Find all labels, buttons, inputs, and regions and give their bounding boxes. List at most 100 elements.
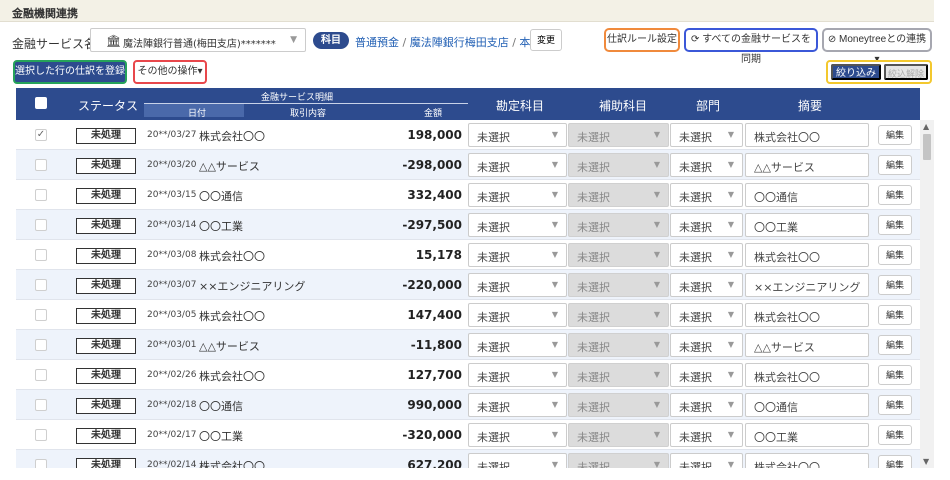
account-select[interactable]: 未選択 ▼ <box>468 183 567 207</box>
table-row[interactable]: 未処理 20**/03/08 株式会社〇〇 15,178 未選択 ▼ 未選択 ▼ 未選択 ▼ 株式会… <box>16 240 920 270</box>
table-row[interactable]: 未処理 20**/03/20 △△サービス -298,000 未選択 ▼ 未選択 ▼ 未選択 ▼ △… <box>16 150 920 180</box>
department-select[interactable]: 未選択 ▼ <box>670 363 743 387</box>
edit-button[interactable]: 編集 <box>878 155 912 175</box>
scroll-down-icon[interactable]: ▼ <box>923 457 929 466</box>
table-row[interactable]: 未処理 20**/02/17 〇〇工業 -320,000 未選択 ▼ 未選択 ▼ 未選択 ▼ 〇〇工… <box>16 420 920 450</box>
row-checkbox[interactable] <box>35 219 47 231</box>
memo-input[interactable]: 〇〇通信 <box>745 183 869 207</box>
select-all-checkbox[interactable] <box>35 97 47 109</box>
row-checkbox[interactable] <box>35 309 47 321</box>
table-row[interactable]: 未処理 20**/02/14 株式会社〇〇 627,200 未選択 ▼ 未選択 ▼ 未選択 ▼ 株式… <box>16 450 920 468</box>
account-select[interactable]: 未選択 ▼ <box>468 273 567 297</box>
memo-input[interactable]: 〇〇通信 <box>745 393 869 417</box>
memo-input[interactable]: 株式会社〇〇 <box>745 303 869 327</box>
account-select[interactable]: 未選択 ▼ <box>468 423 567 447</box>
row-checkbox[interactable] <box>35 339 47 351</box>
edit-button[interactable]: 編集 <box>878 365 912 385</box>
edit-button[interactable]: 編集 <box>878 215 912 235</box>
edit-button[interactable]: 編集 <box>878 335 912 355</box>
scroll-thumb[interactable] <box>923 134 931 160</box>
row-checkbox[interactable] <box>35 429 47 441</box>
account-select[interactable]: 未選択 ▼ <box>468 333 567 357</box>
row-date: 20**/02/18 <box>147 400 197 410</box>
memo-input[interactable]: 〇〇工業 <box>745 423 869 447</box>
chevron-down-icon: ▼ <box>727 130 734 139</box>
edit-button[interactable]: 編集 <box>878 185 912 205</box>
row-checkbox[interactable] <box>35 279 47 291</box>
table-row[interactable]: 未処理 20**/03/15 〇〇通信 332,400 未選択 ▼ 未選択 ▼ 未選択 ▼ 〇〇通信… <box>16 180 920 210</box>
edit-button[interactable]: 編集 <box>878 305 912 325</box>
memo-input[interactable]: 株式会社〇〇 <box>745 123 869 147</box>
edit-button[interactable]: 編集 <box>878 245 912 265</box>
table-row[interactable]: 未処理 20**/03/14 〇〇工業 -297,500 未選択 ▼ 未選択 ▼ 未選択 ▼ 〇〇工… <box>16 210 920 240</box>
department-select[interactable]: 未選択 ▼ <box>670 213 743 237</box>
other-actions-button[interactable]: その他の操作▾ <box>133 60 207 84</box>
account-select[interactable]: 未選択 ▼ <box>468 243 567 267</box>
department-select[interactable]: 未選択 ▼ <box>670 333 743 357</box>
account-select[interactable]: 未選択 ▼ <box>468 213 567 237</box>
table-row[interactable]: 未処理 20**/03/05 株式会社〇〇 147,400 未選択 ▼ 未選択 ▼ 未選択 ▼ 株式… <box>16 300 920 330</box>
clear-filter-button[interactable]: 絞込解除 <box>884 64 928 80</box>
row-description: 株式会社〇〇 <box>199 130 265 143</box>
service-row: 金融サービス名 🏛 魔法陣銀行普通(梅田支店)******* ▼ 科目 普通預金… <box>0 28 950 65</box>
department-select[interactable]: 未選択 ▼ <box>670 423 743 447</box>
memo-input[interactable]: 株式会社〇〇 <box>745 243 869 267</box>
department-select[interactable]: 未選択 ▼ <box>670 153 743 177</box>
account-select[interactable]: 未選択 ▼ <box>468 363 567 387</box>
moneytree-button[interactable]: ⊘ Moneytreeとの連携 ▾ <box>822 28 932 65</box>
row-checkbox[interactable] <box>35 399 47 411</box>
memo-input[interactable]: 株式会社〇〇 <box>745 453 869 468</box>
edit-button[interactable]: 編集 <box>878 125 912 145</box>
row-checkbox[interactable] <box>35 249 47 261</box>
department-select[interactable]: 未選択 ▼ <box>670 183 743 207</box>
memo-input[interactable]: 〇〇工業 <box>745 213 869 237</box>
rule-setting-button[interactable]: 仕訳ルール設定 <box>604 28 680 52</box>
row-checkbox[interactable] <box>35 459 47 468</box>
table-row[interactable]: 未処理 20**/02/26 株式会社〇〇 127,700 未選択 ▼ 未選択 ▼ 未選択 ▼ 株式… <box>16 360 920 390</box>
account-select[interactable]: 未選択 ▼ <box>468 123 567 147</box>
subaccount-select: 未選択 ▼ <box>568 333 669 357</box>
change-button[interactable]: 変更 <box>530 29 562 51</box>
department-select-value: 未選択 <box>679 401 712 414</box>
memo-input[interactable]: 株式会社〇〇 <box>745 363 869 387</box>
row-checkbox[interactable] <box>35 189 47 201</box>
row-date: 20**/02/17 <box>147 430 197 440</box>
table-header: ステータス 金融サービス明細 日付 取引内容 金額 勘定科目 補助科目 部門 摘… <box>16 88 920 120</box>
table-row[interactable]: 未処理 20**/03/07 ××エンジニアリング -220,000 未選択 ▼ 未選択 ▼ 未… <box>16 270 920 300</box>
subaccount-select-value: 未選択 <box>577 191 610 204</box>
account-link-sep: / <box>399 36 410 49</box>
edit-button[interactable]: 編集 <box>878 455 912 468</box>
memo-input[interactable]: △△サービス <box>745 333 869 357</box>
header-account: 勘定科目 <box>496 99 545 113</box>
filter-button[interactable]: 絞り込み <box>831 64 881 80</box>
register-selected-button[interactable]: 選択した行の仕訳を登録 <box>13 60 127 84</box>
memo-input[interactable]: ××エンジニアリング <box>745 273 869 297</box>
table-scrollbar[interactable]: ▲ ▼ <box>920 120 934 468</box>
department-select[interactable]: 未選択 ▼ <box>670 273 743 297</box>
account-link[interactable]: 普通預金 / 魔法陣銀行梅田支店 / 本社 <box>355 34 541 50</box>
bank-icon: 🏛 <box>106 34 122 48</box>
table-row[interactable]: 未処理 20**/02/18 〇〇通信 990,000 未選択 ▼ 未選択 ▼ 未選択 ▼ 〇〇通信… <box>16 390 920 420</box>
department-select[interactable]: 未選択 ▼ <box>670 303 743 327</box>
edit-button[interactable]: 編集 <box>878 425 912 445</box>
sync-all-button[interactable]: ⟳ すべての金融サービスを同期 <box>684 28 818 65</box>
row-checkbox[interactable] <box>35 369 47 381</box>
table-row[interactable]: 未処理 20**/03/01 △△サービス -11,800 未選択 ▼ 未選択 ▼ 未選択 ▼ △△… <box>16 330 920 360</box>
memo-input[interactable]: △△サービス <box>745 153 869 177</box>
account-select[interactable]: 未選択 ▼ <box>468 393 567 417</box>
edit-button[interactable]: 編集 <box>878 395 912 415</box>
edit-button[interactable]: 編集 <box>878 275 912 295</box>
account-select[interactable]: 未選択 ▼ <box>468 453 567 468</box>
department-select[interactable]: 未選択 ▼ <box>670 393 743 417</box>
department-select[interactable]: 未選択 ▼ <box>670 243 743 267</box>
row-checkbox[interactable]: ✓ <box>35 129 47 141</box>
table-row[interactable]: ✓ 未処理 20**/03/27 株式会社〇〇 198,000 未選択 ▼ 未選択 ▼ 未選択 ▼ 株… <box>16 120 920 150</box>
scroll-up-icon[interactable]: ▲ <box>923 122 929 131</box>
department-select[interactable]: 未選択 ▼ <box>670 123 743 147</box>
account-select[interactable]: 未選択 ▼ <box>468 303 567 327</box>
row-description: 株式会社〇〇 <box>199 310 265 323</box>
row-checkbox[interactable] <box>35 159 47 171</box>
department-select[interactable]: 未選択 ▼ <box>670 453 743 468</box>
account-select[interactable]: 🏛 魔法陣銀行普通(梅田支店)******* ▼ <box>90 28 306 52</box>
account-select[interactable]: 未選択 ▼ <box>468 153 567 177</box>
